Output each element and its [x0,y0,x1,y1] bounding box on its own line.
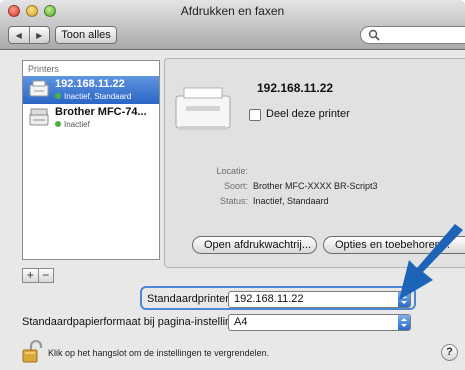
popup-arrows-icon [398,315,410,330]
printer-status: Inactief, Standaard [55,92,131,101]
forward-button[interactable]: ▶ [30,27,50,43]
lock-icon[interactable] [22,340,44,364]
status-dot-icon [55,93,61,99]
printer-list-item-selected[interactable]: 192.168.11.22 Inactief, Standaard [23,76,159,104]
back-button[interactable]: ◀ [9,27,30,43]
kind-value: Brother MFC-XXXX BR-Script3 [253,181,378,191]
printer-detail-name: 192.168.11.22 [257,81,334,95]
default-printer-label: Standaardprinter: [147,293,232,305]
remove-printer-button[interactable]: − [39,269,54,282]
back-forward-control: ◀ ▶ [8,26,50,44]
printer-list-item[interactable]: Brother MFC-74... Inactief [23,104,159,132]
default-paper-label: Standaardpapierformaat bij pagina-instel… [22,316,241,328]
printer-status: Inactief [55,120,90,129]
default-printer-select[interactable]: 192.168.11.22 [228,291,411,308]
add-printer-button[interactable]: + [23,269,39,282]
default-paper-value: A4 [234,316,248,328]
default-printer-value: 192.168.11.22 [234,293,304,305]
lock-instruction: Klik op het hangslot om de instellingen … [48,348,270,358]
help-button[interactable]: ? [441,344,458,361]
add-remove-control: + − [22,268,54,283]
callout-arrow-icon [399,224,463,300]
print-and-fax-window: Afdrukken en faxen ◀ ▶ Toon alles Printe… [0,0,465,370]
printer-list-header: Printers [28,64,60,74]
status-value: Inactief, Standaard [253,196,329,206]
printer-status-text: Inactief, Standaard [64,92,132,101]
printer-list[interactable]: Printers 192.168.11.22 Inactief, Standaa… [22,60,160,260]
share-printer-checkbox[interactable] [249,109,261,121]
search-icon [368,29,380,41]
printer-name: Brother MFC-74... [55,106,147,118]
share-printer-label: Deel deze printer [266,108,350,120]
show-all-button[interactable]: Toon alles [55,26,117,44]
printer-name: 192.168.11.22 [55,78,125,90]
kind-label: Soort: [223,181,248,191]
location-label: Locatie: [216,166,248,176]
status-label: Status: [219,196,248,206]
status-dot-icon [55,121,61,127]
printer-icon [175,87,231,130]
open-print-queue-button[interactable]: Open afdrukwachtrij... [192,236,317,254]
printer-status-text: Inactief [64,120,90,129]
network-printer-icon [29,80,49,97]
default-paper-select[interactable]: A4 [228,314,411,331]
multifunction-printer-icon [29,108,49,126]
window-title: Afdrukken en faxen [180,4,285,18]
title-bar: Afdrukken en faxen ◀ ▶ Toon alles [0,0,465,50]
